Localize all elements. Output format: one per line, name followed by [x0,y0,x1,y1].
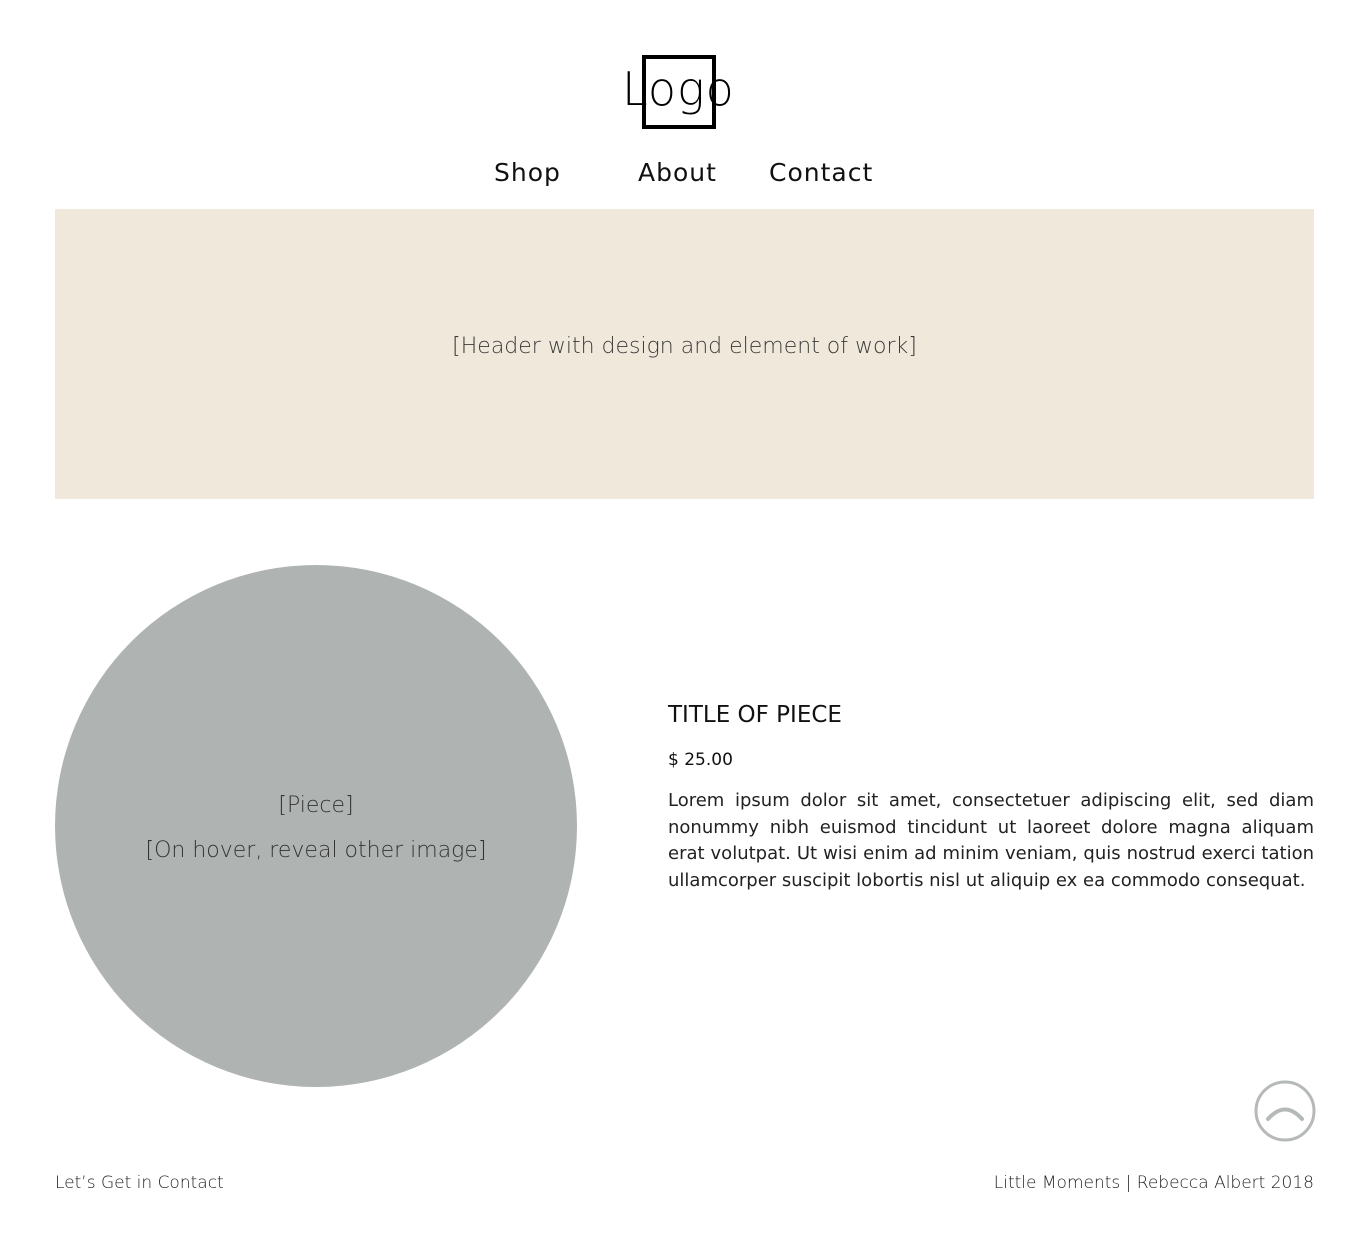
nav-item-contact[interactable]: Contact [769,156,873,190]
piece-hover-label: [On hover, reveal other image] [145,838,487,863]
piece-image-label: [Piece] [278,793,354,818]
footer-contact-link[interactable]: Let’s Get in Contact [55,1173,224,1193]
piece-title: TITLE OF PIECE [668,702,842,728]
piece-price: $ 25.00 [668,750,733,770]
chevron-up-circle-icon [1254,1080,1316,1142]
piece-details: TITLE OF PIECE $ 25.00 Lorem ipsum dolor… [668,700,1314,894]
main-nav: Shop About Contact [0,156,1366,192]
footer-credit: Little Moments | Rebecca Albert 2018 [993,1173,1314,1193]
hero-placeholder-text: [Header with design and element of work] [452,333,917,359]
piece-description: Lorem ipsum dolor sit amet, consectetuer… [668,790,1314,891]
piece-image[interactable]: [Piece] [On hover, reveal other image] [55,565,577,1087]
hero-banner: [Header with design and element of work] [55,209,1314,499]
logo[interactable]: Logo [622,52,742,129]
back-to-top-button[interactable] [1254,1080,1316,1142]
nav-item-shop[interactable]: Shop [494,156,561,190]
logo-text: Logo [622,62,735,116]
nav-item-about[interactable]: About [638,156,717,190]
